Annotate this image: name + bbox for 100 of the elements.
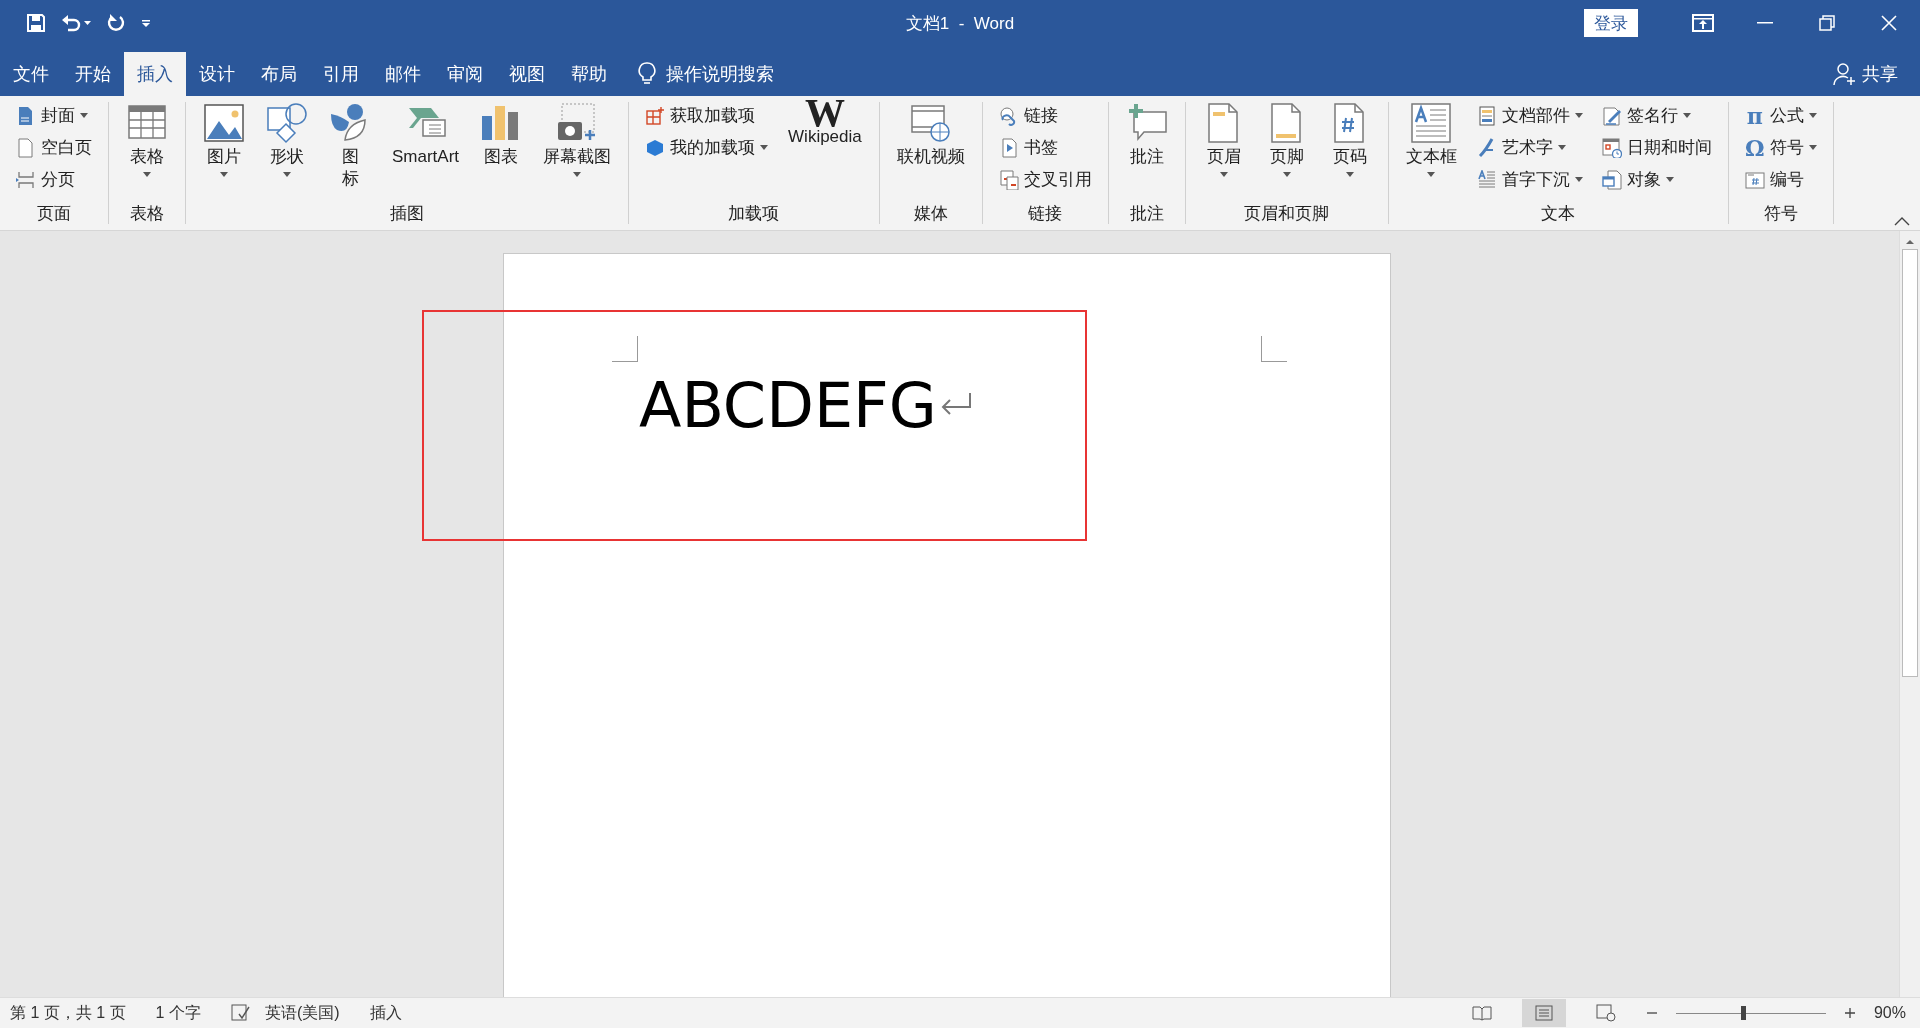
- caret-icon: [1557, 145, 1566, 150]
- caret-icon: [1808, 145, 1817, 150]
- share-button[interactable]: 共享: [1862, 62, 1898, 86]
- status-text: 插入: [369, 1002, 402, 1023]
- blank-page-icon: [16, 137, 36, 158]
- caret-icon: [1682, 113, 1691, 118]
- ribbon-button[interactable]: 页码: [1324, 102, 1375, 204]
- ribbon-button[interactable]: 分页: [13, 166, 95, 193]
- ribbon-button[interactable]: 首字下沉: [1473, 166, 1586, 193]
- document-parts-icon: [1476, 105, 1497, 126]
- ribbon-button[interactable]: 签名行: [1598, 102, 1715, 129]
- ribbon-tab[interactable]: 引用: [310, 52, 372, 96]
- ribbon-button[interactable]: 批注: [1121, 102, 1172, 204]
- status-text: 英语(美国): [264, 1002, 340, 1023]
- symbol-icon: Ω: [1744, 137, 1765, 158]
- ribbon-button[interactable]: SmartArt: [388, 102, 464, 204]
- ribbon-button[interactable]: 交叉引用: [995, 166, 1095, 193]
- ribbon-button[interactable]: 页脚: [1261, 102, 1312, 204]
- collapse-ribbon-icon[interactable]: [1894, 216, 1910, 226]
- book-icon[interactable]: [1471, 1005, 1492, 1021]
- redo-icon[interactable]: [106, 13, 126, 33]
- caret-icon: [573, 172, 582, 177]
- ribbon-button[interactable]: 文档部件: [1473, 102, 1586, 129]
- ribbon-button[interactable]: Ω 符号: [1741, 134, 1820, 161]
- ribbon-button[interactable]: 图表: [476, 102, 527, 204]
- zoom-level[interactable]: 90%: [1873, 1004, 1906, 1022]
- ribbon-tab[interactable]: 审阅: [434, 52, 496, 96]
- ribbon-tab[interactable]: 布局: [248, 52, 310, 96]
- cross-reference-icon: [998, 169, 1019, 190]
- caret-icon: [220, 172, 228, 177]
- customize-caret-icon[interactable]: [140, 17, 152, 29]
- calendar-clock-icon: [1601, 137, 1622, 158]
- group-label: 表格: [130, 204, 164, 224]
- ribbon-tab[interactable]: 视图: [496, 52, 558, 96]
- close-icon[interactable]: [1881, 15, 1897, 31]
- group-label: 页眉和页脚: [1244, 204, 1330, 224]
- ribbon-button[interactable]: W Wikipedia: [784, 102, 866, 204]
- proofing-icon[interactable]: [230, 1004, 251, 1022]
- ribbon-button[interactable]: 形状: [262, 102, 312, 204]
- ribbon-tab[interactable]: 帮助: [558, 52, 620, 96]
- group-label: 链接: [1028, 204, 1063, 224]
- undo-icon[interactable]: [60, 13, 92, 33]
- group-label: 加载项: [728, 204, 780, 224]
- group-label: 文本: [1541, 204, 1576, 224]
- ribbon-button[interactable]: 艺术字: [1473, 134, 1586, 161]
- ribbon-button[interactable]: 屏幕截图: [539, 102, 616, 204]
- ribbon-tab[interactable]: 插入: [124, 52, 186, 96]
- window-title: 文档1 - Word: [905, 14, 1015, 33]
- ribbon-button[interactable]: 编号: [1741, 166, 1820, 193]
- ribbon-button[interactable]: 链接: [995, 102, 1095, 129]
- ribbon-tab[interactable]: 邮件: [372, 52, 434, 96]
- ribbon-display-icon[interactable]: [1692, 14, 1714, 32]
- ribbon-button[interactable]: π 公式: [1741, 102, 1820, 129]
- ribbon-tab[interactable]: 文件: [0, 52, 62, 96]
- caret-icon: [760, 145, 769, 150]
- ribbon-button[interactable]: 联机视频: [892, 102, 969, 204]
- ribbon-button[interactable]: 封面: [13, 102, 95, 129]
- vertical-scrollbar[interactable]: [1899, 231, 1920, 997]
- ribbon-button[interactable]: 表格: [122, 102, 172, 204]
- page-break-icon: [16, 169, 36, 190]
- caret-icon: [1427, 172, 1436, 177]
- zoom-in-icon[interactable]: [1843, 1007, 1856, 1019]
- margin-corner-mark: [1261, 336, 1287, 362]
- number-box-icon: [1744, 169, 1765, 190]
- group-label: 批注: [1129, 204, 1164, 224]
- scroll-up-icon[interactable]: [1905, 237, 1915, 247]
- group-label: 媒体: [913, 204, 948, 224]
- ribbon-button[interactable]: 文本框: [1401, 102, 1461, 204]
- ribbon-button[interactable]: 书签: [995, 134, 1095, 161]
- cube-icon: [645, 137, 666, 158]
- object-window-icon: [1601, 169, 1622, 190]
- document-text: ABCDEFG: [639, 370, 937, 442]
- ribbon-tab[interactable]: 设计: [186, 52, 248, 96]
- ribbon-button[interactable]: 我的加载项: [642, 134, 772, 161]
- tell-me-search[interactable]: 操作说明搜索: [666, 62, 774, 86]
- ribbon-button[interactable]: 空白页: [13, 134, 95, 161]
- caret-icon: [283, 172, 291, 177]
- zoom-slider-thumb[interactable]: [1741, 1006, 1747, 1020]
- restore-icon[interactable]: [1819, 15, 1835, 31]
- web-page-icon[interactable]: [1595, 1004, 1616, 1022]
- ribbon-tab[interactable]: 开始: [62, 52, 124, 96]
- caret-icon: [1808, 113, 1817, 118]
- ribbon-button[interactable]: 图标: [325, 102, 375, 204]
- ribbon-button[interactable]: 页眉: [1198, 102, 1249, 204]
- status-text[interactable]: 第 1 页，共 1 页: [10, 1002, 126, 1024]
- ribbon-button[interactable]: 获取加载项: [642, 102, 772, 129]
- caret-icon: [1574, 113, 1583, 118]
- ribbon-button[interactable]: 图片: [199, 102, 249, 204]
- save-icon[interactable]: [26, 13, 46, 33]
- caret-icon: [1665, 177, 1674, 182]
- caret-icon: [1345, 172, 1354, 177]
- ribbon-button[interactable]: 日期和时间: [1598, 134, 1715, 161]
- text-box-icon: [1410, 102, 1453, 144]
- sign-in-button[interactable]: 登录: [1584, 9, 1638, 37]
- person-add-icon: [1832, 62, 1856, 86]
- caret-icon: [1574, 177, 1583, 182]
- ribbon-button[interactable]: 对象: [1598, 166, 1715, 193]
- add-in-grid-icon: [645, 105, 666, 126]
- drop-cap-icon: [1476, 169, 1497, 190]
- group-label: 符号: [1763, 204, 1798, 224]
